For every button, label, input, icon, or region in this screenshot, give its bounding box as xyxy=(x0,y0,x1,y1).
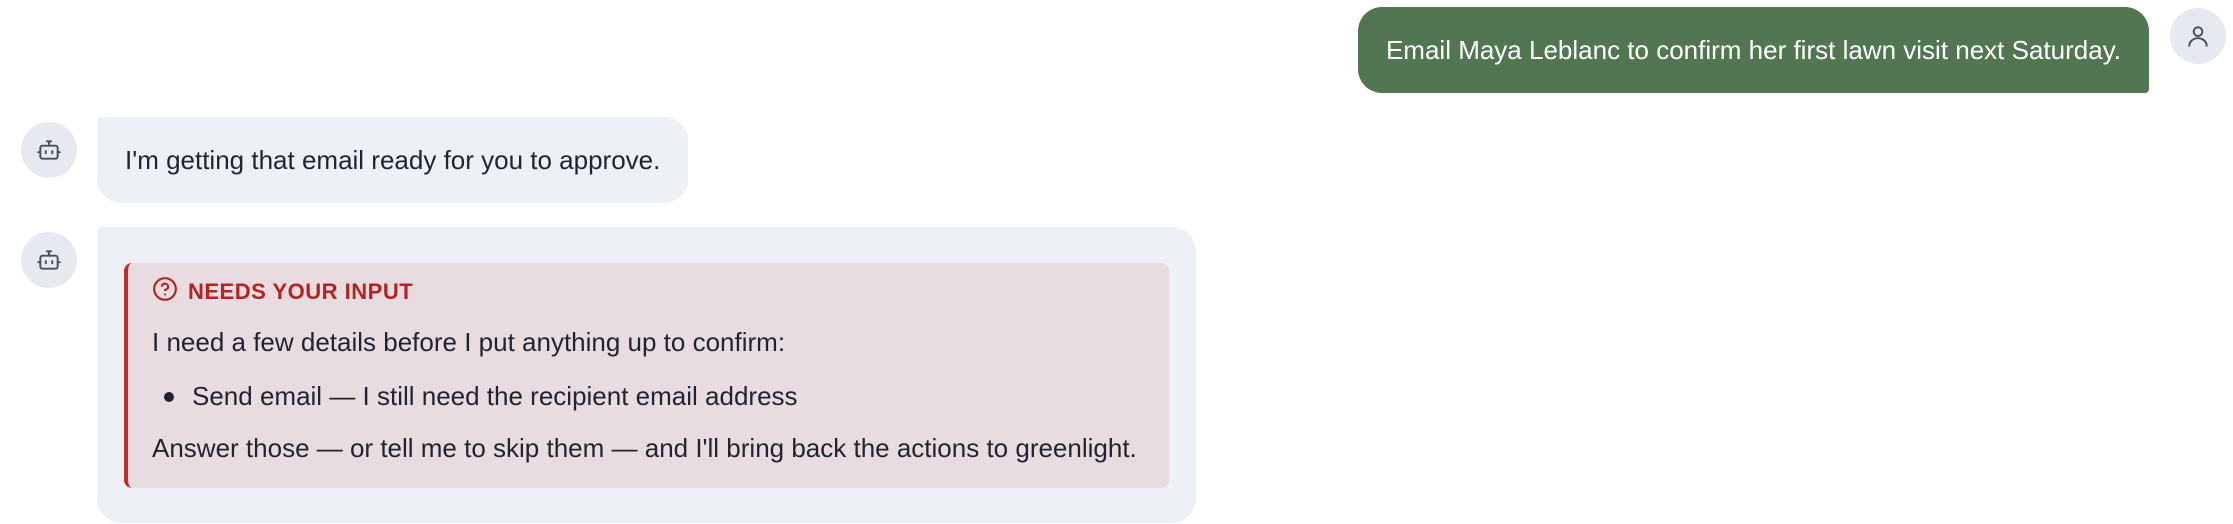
list-item: Send email — I still need the recipient … xyxy=(152,379,1145,413)
callout-outro: Answer those — or tell me to skip them —… xyxy=(152,433,1137,463)
needs-input-callout: NEEDS YOUR INPUT I need a few details be… xyxy=(124,263,1169,488)
assistant-avatar xyxy=(21,232,77,288)
user-icon xyxy=(2185,23,2211,49)
list-item-text: Send email — I still need the recipient … xyxy=(192,381,798,411)
callout-intro: I need a few details before I put anythi… xyxy=(152,327,786,357)
callout-title: NEEDS YOUR INPUT xyxy=(188,279,414,304)
callout-item-list: Send email — I still need the recipient … xyxy=(152,379,1145,413)
callout-header: NEEDS YOUR INPUT xyxy=(152,275,1145,309)
assistant-avatar xyxy=(21,122,77,178)
question-circle-icon xyxy=(152,276,178,308)
callout-body: I need a few details before I put anythi… xyxy=(152,325,1145,465)
user-avatar xyxy=(2170,8,2226,64)
user-message-bubble: Email Maya Leblanc to confirm her first … xyxy=(1357,7,2149,93)
assistant-message-card: NEEDS YOUR INPUT I need a few details be… xyxy=(97,227,1196,523)
chat-thread: Email Maya Leblanc to confirm her first … xyxy=(0,0,2233,524)
robot-icon xyxy=(36,247,62,273)
assistant-message-bubble: I'm getting that email ready for you to … xyxy=(97,117,689,203)
assistant-message-text: I'm getting that email ready for you to … xyxy=(125,144,661,175)
bullet-icon xyxy=(164,392,174,402)
user-message-text: Email Maya Leblanc to confirm her first … xyxy=(1385,34,2121,65)
robot-icon xyxy=(36,137,62,163)
